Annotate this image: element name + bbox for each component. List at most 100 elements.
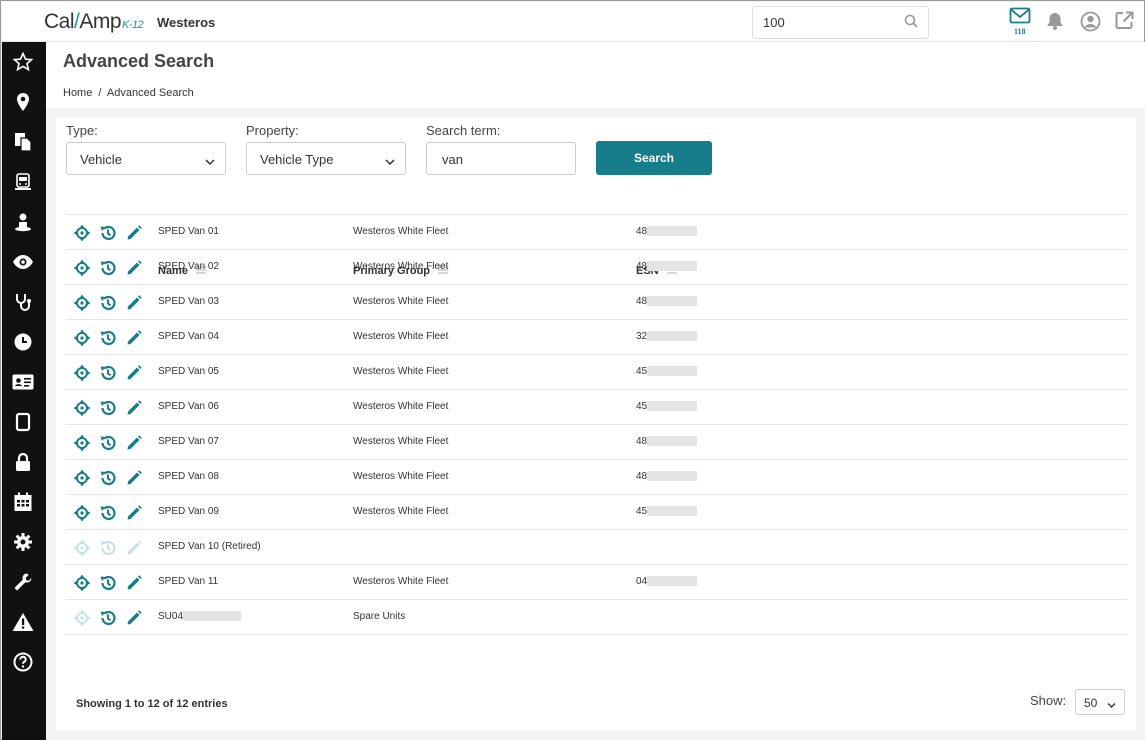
cell-name[interactable]: SPED Van 03 <box>158 296 219 307</box>
type-select-value: Vehicle <box>80 152 122 167</box>
cell-name[interactable]: SPED Van 08 <box>158 471 219 482</box>
history-icon[interactable] <box>99 504 117 522</box>
locate-icon[interactable] <box>73 294 91 312</box>
global-search-input[interactable] <box>763 15 893 30</box>
tablet-icon[interactable] <box>12 411 34 433</box>
stethoscope-icon[interactable] <box>12 291 34 313</box>
locate-icon[interactable] <box>73 329 91 347</box>
driver-icon[interactable] <box>12 211 34 233</box>
edit-icon[interactable] <box>125 224 143 242</box>
history-icon[interactable] <box>99 469 117 487</box>
cell-name[interactable]: SPED Van 02 <box>158 261 219 272</box>
locate-icon[interactable] <box>73 224 91 242</box>
redacted-text <box>183 611 242 622</box>
table-row: SPED Van 01 Westeros White Fleet 48 <box>66 214 1127 249</box>
cell-name[interactable]: SPED Van 11 <box>158 576 218 587</box>
edit-icon[interactable] <box>125 539 143 557</box>
bus-icon[interactable] <box>12 171 34 193</box>
search-term-input[interactable]: van <box>426 142 576 175</box>
help-icon[interactable] <box>12 651 34 673</box>
edit-icon[interactable] <box>125 609 143 627</box>
locate-icon[interactable] <box>73 399 91 417</box>
map-pin-icon[interactable] <box>12 91 34 113</box>
external-link-icon[interactable] <box>1114 10 1135 36</box>
cell-name[interactable]: SPED Van 09 <box>158 506 219 517</box>
cell-name[interactable]: SU04 <box>158 611 242 622</box>
wrench-icon[interactable] <box>12 571 34 593</box>
history-icon[interactable] <box>99 364 117 382</box>
search-icon[interactable] <box>904 14 918 33</box>
breadcrumb-home[interactable]: Home <box>63 87 92 99</box>
locate-icon[interactable] <box>73 434 91 452</box>
cell-name[interactable]: SPED Van 06 <box>158 401 219 412</box>
clock-icon[interactable] <box>12 331 34 353</box>
calamp-logo[interactable]: Cal/AmpK-12 <box>44 10 144 34</box>
history-icon[interactable] <box>99 329 117 347</box>
edit-icon[interactable] <box>125 294 143 312</box>
edit-icon[interactable] <box>125 434 143 452</box>
cell-name[interactable]: SPED Van 10 (Retired) <box>158 541 261 552</box>
table-row: SPED Van 11 Westeros White Fleet 04 <box>66 564 1127 599</box>
star-icon[interactable] <box>12 51 34 73</box>
cell-esn: 48 <box>636 296 698 307</box>
locate-icon[interactable] <box>73 539 91 557</box>
logo-suffix: K-12 <box>122 19 144 31</box>
logo-text-cal: Cal <box>44 10 75 33</box>
redacted-text <box>647 226 698 237</box>
documents-icon[interactable] <box>12 131 34 153</box>
cell-name[interactable]: SPED Van 04 <box>158 331 219 342</box>
warning-icon[interactable] <box>12 611 34 633</box>
type-select[interactable]: Vehicle <box>66 142 226 175</box>
cell-name[interactable]: SPED Van 01 <box>158 226 219 237</box>
edit-icon[interactable] <box>125 259 143 277</box>
history-icon[interactable] <box>99 434 117 452</box>
table-row: SU04 Spare Units <box>66 599 1127 634</box>
edit-icon[interactable] <box>125 574 143 592</box>
locate-icon[interactable] <box>73 469 91 487</box>
sidebar <box>2 42 46 740</box>
locate-icon[interactable] <box>73 259 91 277</box>
cell-primary-group: Westeros White Fleet <box>353 401 449 412</box>
page-size-select[interactable]: 50 <box>1075 689 1125 715</box>
cell-esn: 48 <box>636 471 698 482</box>
redacted-text <box>647 436 698 447</box>
history-icon[interactable] <box>99 539 117 557</box>
history-icon[interactable] <box>99 259 117 277</box>
cell-name[interactable]: SPED Van 07 <box>158 436 219 447</box>
history-icon[interactable] <box>99 609 117 627</box>
cell-name[interactable]: SPED Van 05 <box>158 366 219 377</box>
history-icon[interactable] <box>99 294 117 312</box>
calendar-icon[interactable] <box>12 491 34 513</box>
locate-icon[interactable] <box>73 609 91 627</box>
global-search[interactable] <box>752 6 929 39</box>
edit-icon[interactable] <box>125 504 143 522</box>
breadcrumb-current: Advanced Search <box>106 87 194 99</box>
locate-icon[interactable] <box>73 364 91 382</box>
redacted-text <box>647 576 698 587</box>
bell-icon[interactable] <box>1045 11 1065 36</box>
edit-icon[interactable] <box>125 364 143 382</box>
locate-icon[interactable] <box>73 504 91 522</box>
history-icon[interactable] <box>99 574 117 592</box>
table-row: SPED Van 03 Westeros White Fleet 48 <box>66 284 1127 319</box>
lock-icon[interactable] <box>12 451 34 473</box>
gear-icon[interactable] <box>12 531 34 553</box>
redacted-text <box>647 296 698 307</box>
property-select[interactable]: Vehicle Type <box>246 142 406 175</box>
history-icon[interactable] <box>99 224 117 242</box>
history-icon[interactable] <box>99 399 117 417</box>
chevron-down-icon <box>385 154 395 169</box>
locate-icon[interactable] <box>73 574 91 592</box>
redacted-text <box>647 261 698 272</box>
search-button[interactable]: Search <box>596 141 712 175</box>
breadcrumb-separator: / <box>98 87 102 99</box>
table-bottom-border <box>66 634 1127 635</box>
id-card-icon[interactable] <box>12 371 34 393</box>
eye-icon[interactable] <box>12 251 34 273</box>
redacted-text <box>647 471 698 482</box>
edit-icon[interactable] <box>125 399 143 417</box>
table-row: SPED Van 05 Westeros White Fleet 45 <box>66 354 1127 389</box>
edit-icon[interactable] <box>125 329 143 347</box>
edit-icon[interactable] <box>125 469 143 487</box>
user-account-icon[interactable] <box>1080 11 1101 37</box>
